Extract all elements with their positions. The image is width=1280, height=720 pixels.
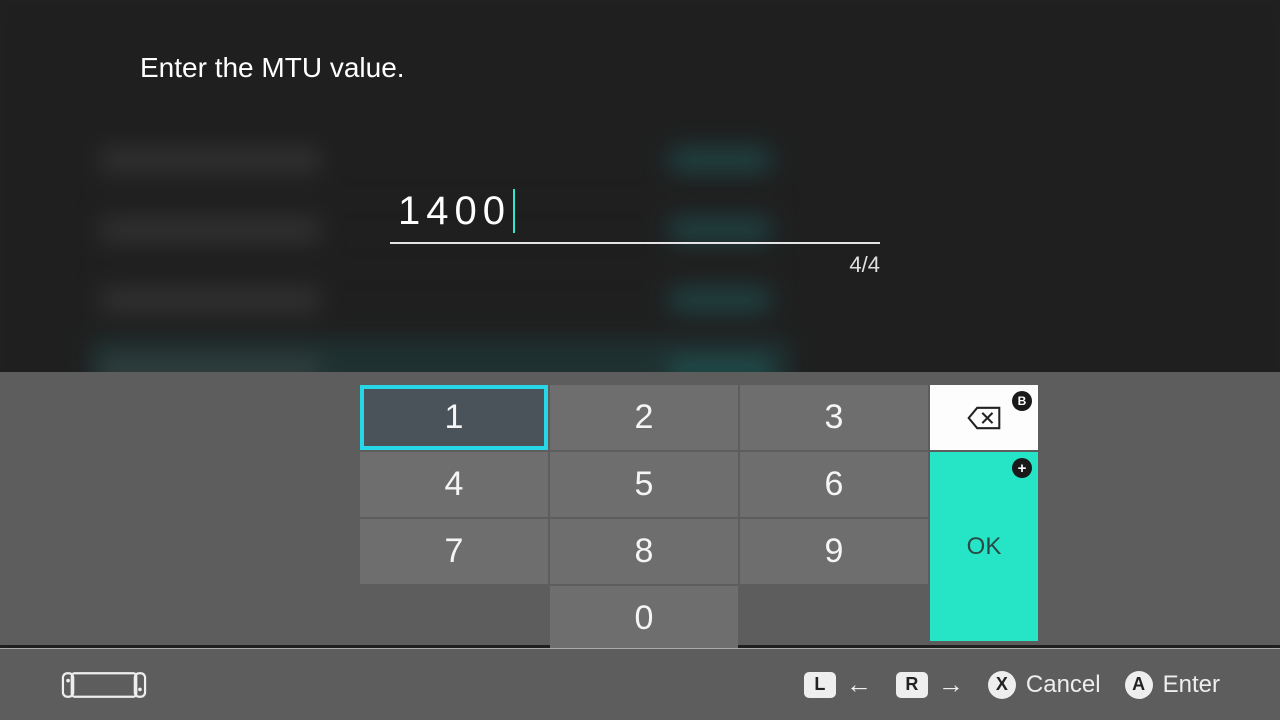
backspace-button[interactable]: B [930, 385, 1038, 450]
ok-label: OK [967, 533, 1002, 561]
key-5[interactable]: 5 [550, 452, 738, 517]
key-7[interactable]: 7 [360, 519, 548, 584]
plus-button-badge: + [1012, 458, 1032, 478]
enter-label: Enter [1163, 671, 1220, 699]
key-9[interactable]: 9 [740, 519, 928, 584]
hint-shoulder-right: R → [896, 669, 964, 700]
ok-button[interactable]: OK + [930, 452, 1038, 641]
key-8[interactable]: 8 [550, 519, 738, 584]
arrow-right-icon: → [938, 669, 964, 700]
hint-enter: A Enter [1125, 671, 1220, 699]
hint-cancel: X Cancel [988, 671, 1101, 699]
backspace-icon [967, 405, 1001, 431]
char-counter: 4/4 [849, 252, 880, 278]
key-1[interactable]: 1 [360, 385, 548, 450]
l-shoulder-icon: L [804, 672, 836, 698]
hint-shoulder-left: L ← [804, 669, 872, 700]
footer-bar: L ← R → X Cancel A Enter [0, 648, 1280, 720]
controller-icon [60, 667, 148, 703]
prompt-text: Enter the MTU value. [140, 52, 405, 84]
arrow-left-icon: ← [846, 669, 872, 700]
key-2[interactable]: 2 [550, 385, 738, 450]
numeric-keypad: 1 2 3 4 5 6 7 8 9 0 [360, 385, 928, 651]
r-shoulder-icon: R [896, 672, 928, 698]
a-button-icon: A [1125, 671, 1153, 699]
x-button-icon: X [988, 671, 1016, 699]
input-value: 1400 [390, 189, 511, 234]
cancel-label: Cancel [1026, 671, 1101, 699]
b-button-badge: B [1012, 391, 1032, 411]
key-4[interactable]: 4 [360, 452, 548, 517]
key-6[interactable]: 6 [740, 452, 928, 517]
text-caret [513, 189, 515, 233]
key-3[interactable]: 3 [740, 385, 928, 450]
key-0[interactable]: 0 [550, 586, 738, 651]
mtu-input-field[interactable]: 1400 4/4 [390, 180, 880, 244]
